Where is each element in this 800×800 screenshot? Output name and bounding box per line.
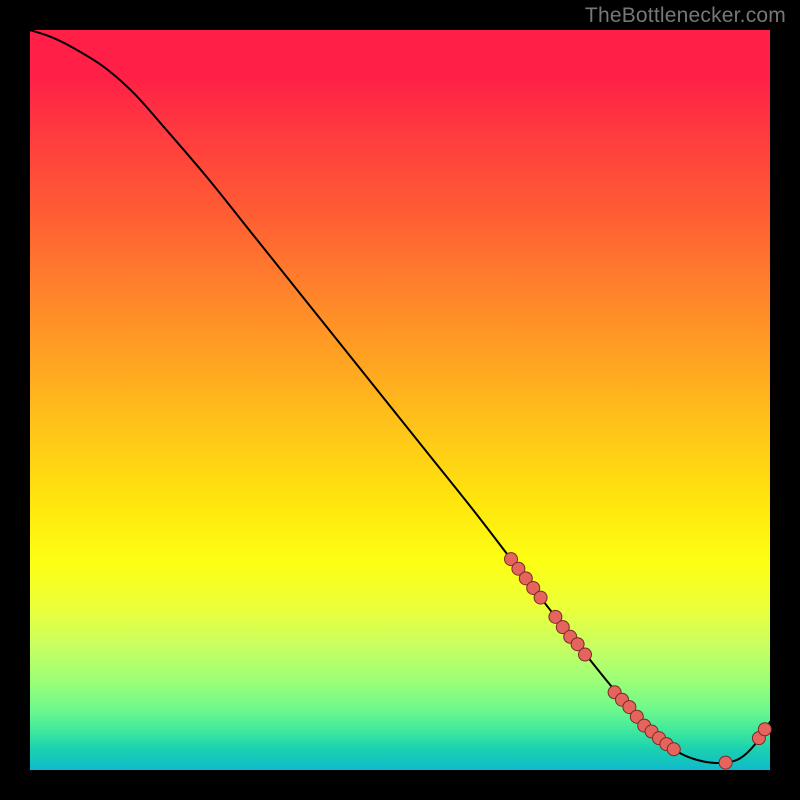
- data-point: [667, 743, 680, 756]
- plot-area: [30, 30, 770, 770]
- curve-layer: [30, 30, 770, 770]
- data-point: [719, 756, 732, 769]
- data-point: [758, 723, 771, 736]
- data-points: [505, 553, 772, 770]
- data-point: [534, 591, 547, 604]
- bottleneck-curve: [30, 30, 770, 763]
- data-point: [579, 648, 592, 661]
- watermark-text: TheBottlenecker.com: [585, 4, 786, 28]
- chart-stage: TheBottlenecker.com: [0, 0, 800, 800]
